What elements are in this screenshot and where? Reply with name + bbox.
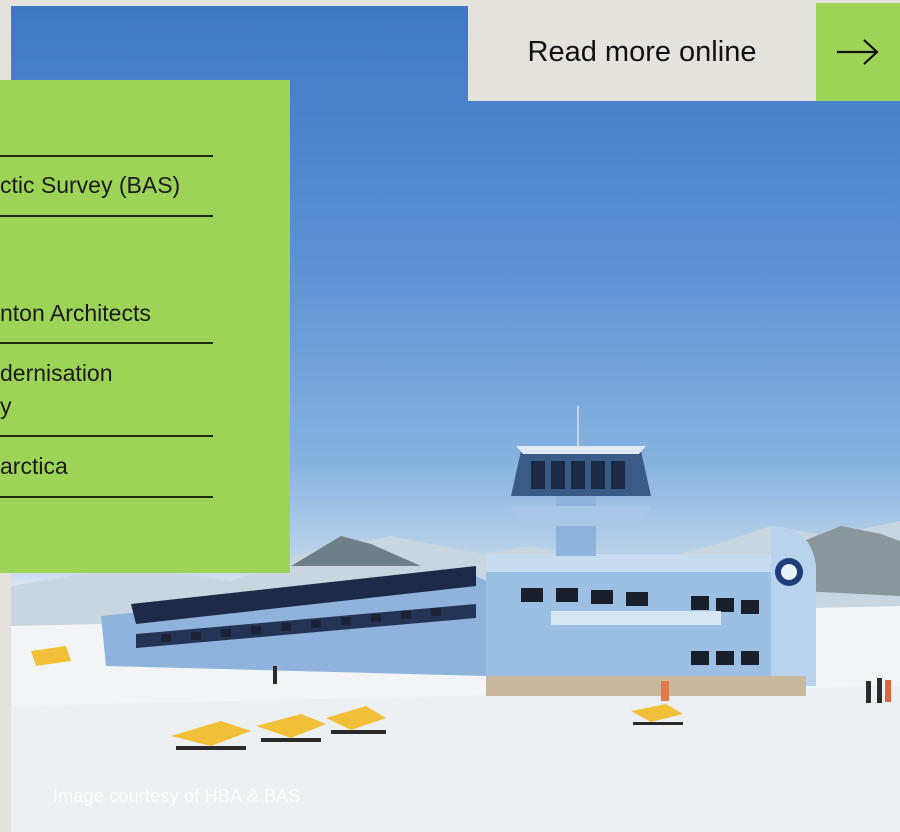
divider	[0, 342, 213, 344]
read-more-online-link[interactable]: Read more online	[468, 3, 816, 101]
info-architect: nton Architects	[0, 297, 213, 330]
divider	[0, 155, 213, 157]
project-info-panel: ctic Survey (BAS) nton Architects dernis…	[0, 80, 290, 573]
info-project-line1: dernisation	[0, 360, 113, 386]
divider	[0, 496, 213, 498]
divider	[0, 215, 213, 217]
info-client: ctic Survey (BAS)	[0, 169, 213, 202]
arrow-right-icon	[837, 39, 879, 65]
info-location: arctica	[0, 450, 213, 483]
divider	[0, 435, 213, 437]
info-architect-text: nton Architects	[0, 300, 151, 326]
info-project: dernisation y	[0, 357, 213, 423]
image-credit: Image courtesy of HBA & BAS	[53, 786, 301, 806]
info-client-text: ctic Survey (BAS)	[0, 172, 181, 198]
info-project-line2: y	[0, 393, 12, 419]
read-more-arrow-button[interactable]	[816, 3, 900, 101]
info-location-text: arctica	[0, 453, 68, 479]
